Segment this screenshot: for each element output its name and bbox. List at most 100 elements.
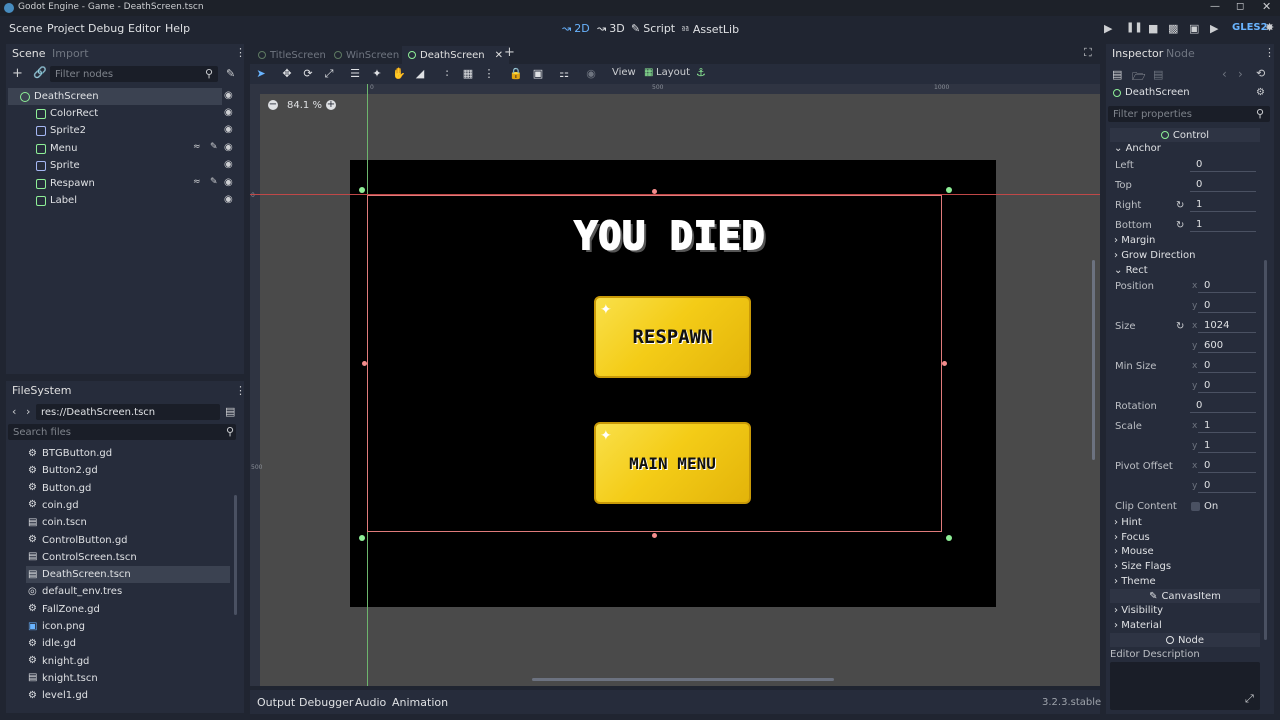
tab-output[interactable]: Output	[257, 696, 295, 709]
anchor-icon[interactable]: ⚓	[696, 66, 706, 79]
inspector-menu-icon[interactable]: ⋮	[1264, 46, 1275, 59]
workspace-assetlib-button[interactable]: ⎂ AssetLib	[681, 22, 739, 36]
menu-debug[interactable]: Debug	[88, 22, 124, 35]
menu-scene[interactable]: Scene	[9, 22, 43, 35]
handle-right[interactable]	[942, 361, 947, 366]
rotation-field[interactable]: 0	[1190, 399, 1256, 413]
new-resource-icon[interactable]: ▤	[1112, 68, 1122, 81]
tree-node-label[interactable]: Label	[8, 192, 222, 209]
filter-nodes-input[interactable]: Filter nodes	[50, 66, 218, 82]
file-item[interactable]: ⚙ idle.gd	[26, 635, 230, 652]
revert-icon[interactable]: ↻	[1176, 200, 1184, 211]
file-item[interactable]: ⚙ coin.gd	[26, 497, 230, 514]
group-visibility[interactable]: › Visibility	[1114, 605, 1163, 616]
anchor-bottom-field[interactable]: 1	[1190, 218, 1256, 232]
visibility-eye-icon[interactable]: ◉	[224, 194, 233, 205]
file-item[interactable]: ▤ knight.tscn	[26, 670, 230, 687]
signal-icon[interactable]: ≈	[193, 142, 201, 152]
visibility-eye-icon[interactable]: ◉	[224, 177, 233, 188]
tab-import[interactable]: Import	[46, 44, 95, 63]
add-node-icon[interactable]: +	[12, 66, 23, 81]
tree-node-respawn[interactable]: Respawn	[8, 175, 222, 192]
file-item[interactable]: ◎ default_env.tres	[26, 583, 230, 600]
file-item[interactable]: ▤ ControlScreen.tscn	[26, 549, 230, 566]
zoom-in-icon[interactable]: +	[326, 100, 336, 110]
save-resource-icon[interactable]: ▤	[1153, 68, 1163, 81]
tree-node-deathscreen[interactable]: DeathScreen	[8, 88, 222, 105]
tab-animation[interactable]: Animation	[392, 696, 448, 709]
scene-tab-winscreen[interactable]: WinScreen	[328, 46, 405, 64]
group-theme[interactable]: › Theme	[1114, 576, 1156, 587]
stop-icon[interactable]: ■	[1148, 22, 1158, 35]
play-icon[interactable]: ▶	[1104, 22, 1112, 35]
file-item[interactable]: ▤ DeathScreen.tscn	[26, 566, 230, 584]
group-hint[interactable]: › Hint	[1114, 517, 1142, 528]
file-item[interactable]: ▤ coin.tscn	[26, 514, 230, 531]
pivot-offset-x-field[interactable]: 0	[1198, 459, 1256, 473]
anchor-bottom-right[interactable]	[946, 535, 952, 541]
scale-y-field[interactable]: 1	[1198, 439, 1256, 453]
ruler-tool-icon[interactable]: ◢	[413, 67, 427, 81]
smart-snap-icon[interactable]: ∶	[440, 67, 454, 81]
camera-icon[interactable]: ◉	[584, 67, 598, 81]
file-item[interactable]: ⚙ Button2.gd	[26, 462, 230, 479]
visibility-eye-icon[interactable]: ◉	[224, 142, 233, 153]
group-mouse[interactable]: › Mouse	[1114, 546, 1154, 557]
search-files-input[interactable]: Search files	[8, 424, 236, 440]
group-size-flags[interactable]: › Size Flags	[1114, 561, 1171, 572]
visibility-eye-icon[interactable]: ◉	[224, 90, 233, 101]
pan-tool-icon[interactable]: ✋	[392, 67, 406, 81]
file-item[interactable]: ⚙ ControlButton.gd	[26, 532, 230, 549]
zoom-out-icon[interactable]: −	[268, 100, 278, 110]
size-x-field[interactable]: 1024	[1198, 319, 1256, 333]
scale-x-field[interactable]: 1	[1198, 419, 1256, 433]
script-icon[interactable]: ✎	[210, 177, 218, 187]
pause-icon[interactable]: ❚❚	[1126, 22, 1143, 33]
visibility-eye-icon[interactable]: ◉	[224, 124, 233, 135]
fs-menu-icon[interactable]: ⋮	[235, 384, 246, 397]
expand-icon[interactable]: ⤢	[1245, 692, 1254, 706]
h-scrollbar[interactable]	[532, 678, 834, 681]
maximize-window-icon[interactable]: ◻	[1236, 1, 1244, 12]
anchor-bottom-left[interactable]	[359, 535, 365, 541]
min-size-x-field[interactable]: 0	[1198, 359, 1256, 373]
file-item[interactable]: ⚙ Button.gd	[26, 480, 230, 497]
file-item[interactable]: ⚙ FallZone.gd	[26, 601, 230, 618]
history-forward-icon[interactable]: ›	[1238, 67, 1243, 81]
group-margin[interactable]: › Margin	[1114, 235, 1155, 246]
section-control[interactable]: Control	[1110, 128, 1260, 142]
tab-scene[interactable]: Scene	[6, 44, 52, 63]
workspace-script-button[interactable]: ✎ Script	[631, 22, 675, 35]
handle-left[interactable]	[362, 361, 367, 366]
move-tool-icon[interactable]: ✥	[280, 67, 294, 81]
forward-icon[interactable]: ›	[26, 405, 30, 418]
tab-audio[interactable]: Audio	[355, 696, 386, 709]
clip-content-checkbox[interactable]	[1191, 502, 1200, 511]
pivot-tool-icon[interactable]: ✦	[370, 67, 384, 81]
anchor-right-field[interactable]: 1	[1190, 198, 1256, 212]
group-material[interactable]: › Material	[1114, 620, 1162, 631]
file-item[interactable]: ⚙ knight.gd	[26, 653, 230, 670]
anchor-left-field[interactable]: 0	[1190, 158, 1256, 172]
handle-bottom[interactable]	[652, 533, 657, 538]
scene-tab-deathscreen[interactable]: DeathScreen ✕	[402, 46, 510, 64]
tree-node-sprite[interactable]: Sprite	[8, 157, 222, 174]
filter-properties-input[interactable]: Filter properties	[1108, 106, 1270, 122]
zoom-level[interactable]: 84.1 %	[287, 100, 322, 111]
back-icon[interactable]: ‹	[12, 405, 16, 418]
min-size-y-field[interactable]: 0	[1198, 379, 1256, 393]
close-window-icon[interactable]: ✕	[1262, 0, 1271, 13]
minimize-window-icon[interactable]: —	[1210, 1, 1220, 12]
open-resource-icon[interactable]: 🗁	[1132, 68, 1146, 87]
view-menu[interactable]: View	[612, 67, 636, 78]
menu-help[interactable]: Help	[165, 22, 190, 35]
v-scrollbar[interactable]	[1092, 260, 1095, 460]
position-x-field[interactable]: 0	[1198, 279, 1256, 293]
signal-icon[interactable]: ≈	[193, 177, 201, 187]
select-tool-icon[interactable]: ➤	[254, 67, 268, 81]
position-y-field[interactable]: 0	[1198, 299, 1256, 313]
anchor-top-right[interactable]	[946, 187, 952, 193]
dock-menu-icon[interactable]: ⋮	[235, 46, 246, 59]
renderer-select[interactable]: GLES2	[1232, 22, 1268, 33]
movie-icon[interactable]: ▶	[1210, 22, 1218, 35]
